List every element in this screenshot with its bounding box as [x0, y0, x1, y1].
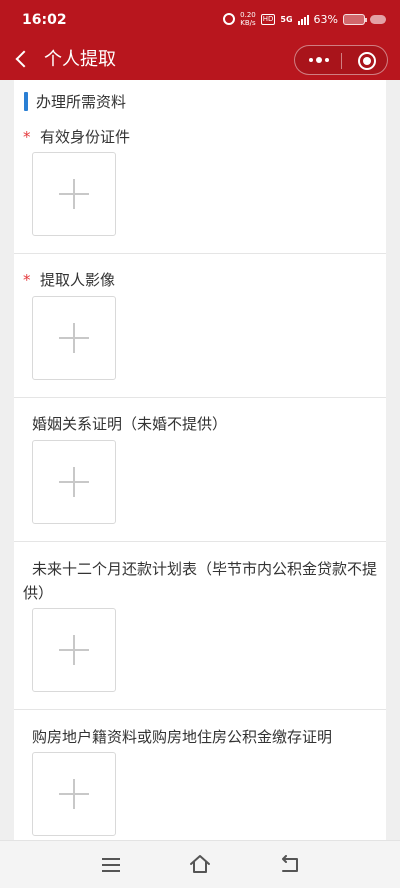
field-label-text: 有效身份证件: [40, 128, 131, 146]
field-label-text: 购房地户籍资料或购房地住房公积金缴存证明: [32, 728, 333, 746]
field-label: * 有效身份证件: [23, 125, 379, 149]
status-indicators: 0.20 KB/s HD 5G 63%: [223, 11, 386, 27]
home-icon[interactable]: [189, 853, 211, 875]
field-label: 婚姻关系证明（未婚不提供）: [23, 412, 379, 436]
upload-button[interactable]: [32, 440, 116, 524]
battery-percent: 63%: [313, 12, 338, 26]
field-label-text: 未来十二个月还款计划表（毕节市内公积金贷款不提供）: [23, 560, 378, 602]
field-label-text: 提取人影像: [40, 271, 116, 289]
capsule-divider: [341, 53, 342, 69]
hd-badge: HD: [260, 13, 276, 25]
divider: [14, 397, 386, 398]
field-label: * 提取人影像: [23, 268, 379, 292]
cloud-icon: [370, 14, 386, 24]
field-label: 未来十二个月还款计划表（毕节市内公积金贷款不提供）: [23, 557, 379, 605]
main-content[interactable]: 办理所需资料 * 有效身份证件 * 提取人影像 婚姻关系证明（未婚不提供） 未来…: [0, 80, 400, 840]
divider: [14, 709, 386, 710]
alarm-icon: [223, 13, 236, 25]
menu-icon[interactable]: [102, 858, 120, 872]
more-options-icon[interactable]: [309, 57, 329, 63]
field-label: 购房地户籍资料或购房地住房公积金缴存证明: [23, 725, 379, 749]
divider: [14, 253, 386, 254]
network-type: 5G: [280, 14, 293, 24]
divider: [14, 541, 386, 542]
upload-button[interactable]: [32, 296, 116, 380]
upload-button[interactable]: [32, 608, 116, 692]
required-mark: *: [23, 271, 31, 289]
plus-icon: [59, 179, 89, 209]
plus-icon: [59, 467, 89, 497]
status-bar: 16:02 0.20 KB/s HD 5G 63%: [0, 0, 400, 40]
upload-button[interactable]: [32, 152, 116, 236]
documents-card: 办理所需资料 * 有效身份证件 * 提取人影像 婚姻关系证明（未婚不提供） 未来…: [14, 80, 386, 840]
miniprogram-capsule: [294, 45, 388, 75]
section-accent-bar: [24, 91, 28, 111]
plus-icon: [59, 635, 89, 665]
back-icon[interactable]: [280, 855, 300, 875]
section-header: 办理所需资料: [24, 88, 126, 114]
network-speed: 0.20 KB/s: [240, 11, 256, 27]
plus-icon: [59, 323, 89, 353]
close-miniprogram-icon[interactable]: [358, 52, 376, 70]
field-label-text: 婚姻关系证明（未婚不提供）: [32, 415, 228, 433]
status-time: 16:02: [22, 12, 67, 28]
battery-icon: [343, 13, 367, 25]
network-speed-unit: KB/s: [240, 19, 256, 27]
plus-icon: [59, 779, 89, 809]
signal-icon: [297, 14, 309, 25]
system-nav-bar: [0, 840, 400, 888]
network-speed-value: 0.20: [240, 11, 256, 19]
page-title: 个人提取: [44, 49, 116, 70]
back-arrow-icon[interactable]: [15, 50, 33, 68]
section-title: 办理所需资料: [36, 92, 127, 111]
required-mark: *: [23, 128, 31, 146]
upload-button[interactable]: [32, 752, 116, 836]
